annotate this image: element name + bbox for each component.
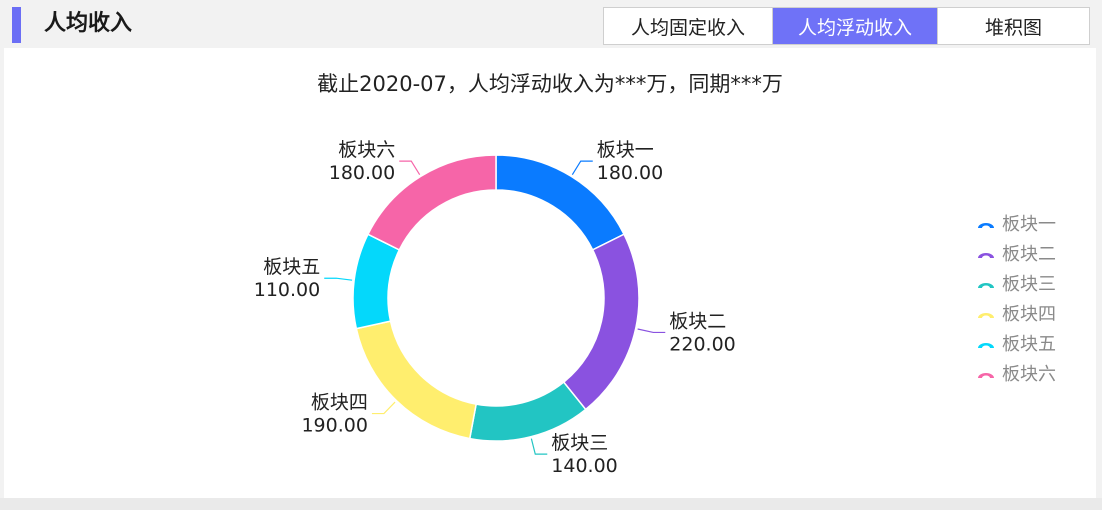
slice-2[interactable] [562, 233, 640, 411]
leader-line-1 [571, 160, 593, 176]
slice-label-name: 板块六 [338, 139, 395, 161]
legend-item[interactable]: 板块三 [978, 274, 1056, 295]
slice-label-name: 板块三 [551, 432, 608, 454]
title-accent-bar [12, 7, 21, 43]
tab-group: 人均固定收入 人均浮动收入 堆积图 [603, 7, 1090, 45]
slice-label-value: 140.00 [551, 455, 617, 477]
legend-label: 板块三 [1002, 274, 1056, 295]
chart-panel: 截止2020-07，人均浮动收入为***万，同期***万 板块一 180.00 板块… [4, 48, 1096, 498]
legend-item[interactable]: 板块一 [978, 214, 1056, 235]
leader-line-6 [399, 160, 421, 176]
leader-line-3 [530, 438, 548, 455]
legend-swatch-icon [978, 253, 994, 258]
leader-line-5 [324, 277, 353, 281]
leader-line-2 [637, 328, 666, 334]
tab-stacked-chart[interactable]: 堆积图 [938, 8, 1089, 44]
bottom-strip [0, 498, 1102, 510]
slice-5[interactable] [352, 233, 401, 330]
legend-label: 板块五 [1002, 334, 1056, 355]
legend-label: 板块二 [1002, 244, 1056, 265]
legend-label: 板块一 [1002, 214, 1056, 235]
legend-swatch-icon [978, 313, 994, 318]
slice-label-value: 110.00 [254, 279, 320, 301]
leader-line-4 [371, 401, 396, 415]
donut-chart: 板块一180.00板块二220.00板块三140.00板块四190.00板块五1… [254, 139, 1056, 477]
slice-label-value: 180.00 [329, 162, 395, 184]
slice-label-value: 220.00 [669, 333, 735, 355]
slice-4[interactable] [355, 320, 478, 440]
section-title: 人均收入 [44, 11, 133, 36]
legend-swatch-icon [978, 343, 994, 348]
slice-label-name: 板块四 [311, 392, 368, 414]
legend-item[interactable]: 板块五 [978, 334, 1056, 355]
legend-swatch-icon [978, 223, 994, 228]
slice-label-name: 板块五 [263, 256, 320, 278]
slice-label-name: 板块二 [669, 310, 726, 332]
slice-label-value: 180.00 [597, 162, 663, 184]
legend-item[interactable]: 板块六 [978, 364, 1056, 385]
legend-item[interactable]: 板块二 [978, 244, 1056, 265]
slice-label-name: 板块一 [597, 139, 654, 161]
legend-item[interactable]: 板块四 [978, 304, 1056, 325]
legend-swatch-icon [978, 283, 994, 288]
legend-swatch-icon [978, 373, 994, 378]
legend-label: 板块六 [1002, 364, 1056, 385]
legend-label: 板块四 [1002, 304, 1056, 325]
header: 人均收入 人均固定收入 人均浮动收入 堆积图 [0, 0, 1102, 48]
tab-floating-income[interactable]: 人均浮动收入 [773, 8, 938, 44]
tab-fixed-income[interactable]: 人均固定收入 [604, 8, 773, 44]
slice-label-value: 190.00 [301, 415, 367, 437]
